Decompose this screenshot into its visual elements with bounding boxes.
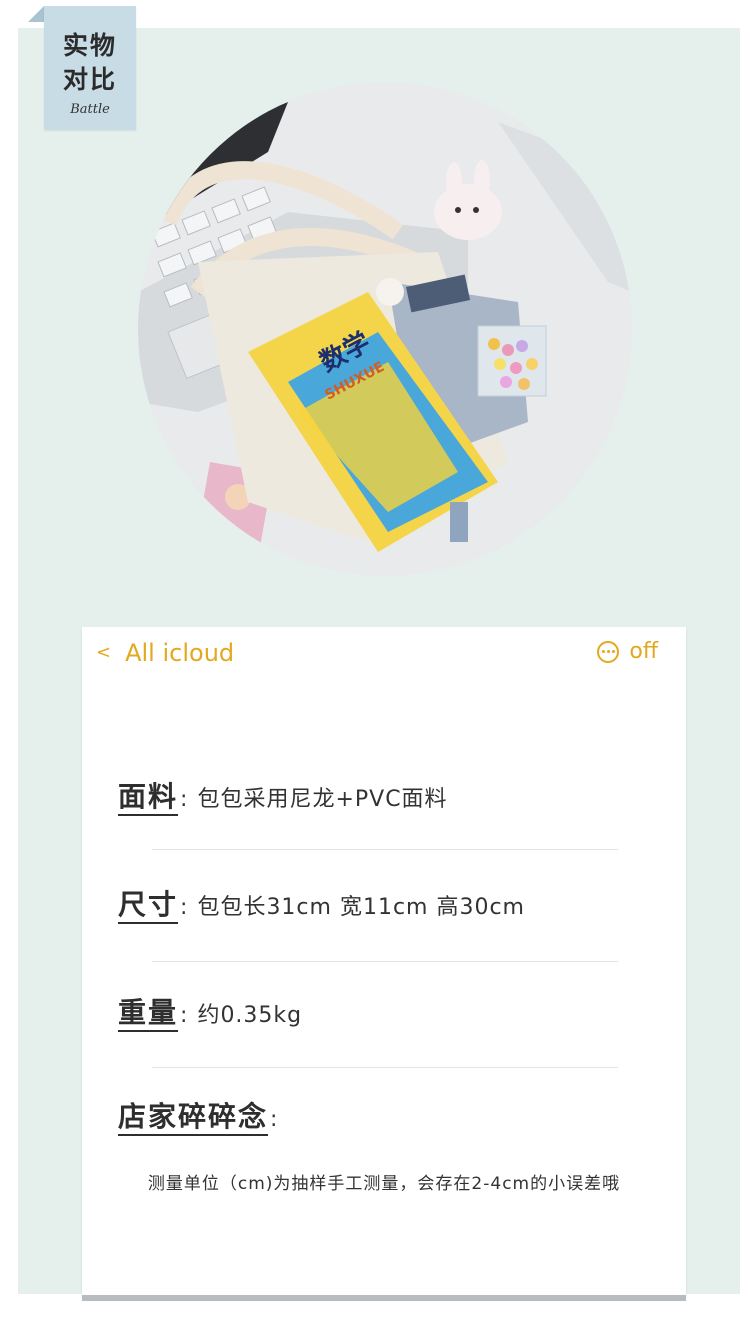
spec-label: 面料 bbox=[118, 780, 179, 813]
spec-label: 店家碎碎念 bbox=[118, 1100, 269, 1133]
ellipsis-circle-icon[interactable] bbox=[597, 640, 620, 663]
spec-value: 包包采用尼龙+PVC面料 bbox=[197, 787, 448, 812]
info-card: < All icloud off 面料 : 包包采用尼龙+PVC面料 尺寸 : 包… bbox=[82, 627, 686, 1295]
card-shadow-bar bbox=[82, 1295, 686, 1301]
corner-tag-subtitle: Battle bbox=[70, 102, 110, 117]
spec-colon: : bbox=[180, 787, 188, 812]
divider bbox=[152, 1067, 618, 1068]
spec-row-weight: 重量 : 约0.35kg bbox=[118, 991, 302, 1031]
back-button[interactable]: < All icloud bbox=[96, 639, 234, 667]
divider bbox=[152, 849, 618, 850]
spec-colon: : bbox=[180, 895, 188, 920]
product-photo: 数学 SHUXUE bbox=[138, 82, 632, 576]
spec-row-material: 面料 : 包包采用尼龙+PVC面料 bbox=[118, 775, 448, 815]
off-label[interactable]: off bbox=[629, 639, 658, 664]
tote-bag-photo-illustration: 数学 SHUXUE bbox=[138, 82, 632, 576]
back-label: All icloud bbox=[125, 639, 235, 667]
chevron-left-icon: < bbox=[96, 642, 112, 663]
spec-colon: : bbox=[270, 1107, 278, 1132]
corner-tag-line1: 实物 bbox=[62, 31, 117, 60]
spec-value: 包包长31cm 宽11cm 高30cm bbox=[197, 895, 525, 920]
spec-row-notes: 店家碎碎念 : bbox=[118, 1095, 287, 1135]
spec-colon: : bbox=[180, 1003, 188, 1028]
spec-row-size: 尺寸 : 包包长31cm 宽11cm 高30cm bbox=[118, 883, 525, 923]
spec-value: 约0.35kg bbox=[197, 1003, 303, 1028]
more-options[interactable]: off bbox=[597, 639, 658, 664]
spec-label: 尺寸 bbox=[118, 888, 179, 921]
corner-fold-decoration bbox=[28, 6, 44, 22]
corner-tag-line2: 对比 bbox=[62, 65, 117, 94]
corner-tag: 实物 对比 Battle bbox=[44, 6, 136, 130]
measurement-note: 测量单位（cm)为抽样手工测量，会存在2-4cm的小误差哦 bbox=[147, 1174, 621, 1194]
divider bbox=[152, 961, 618, 962]
spec-label: 重量 bbox=[118, 996, 179, 1029]
